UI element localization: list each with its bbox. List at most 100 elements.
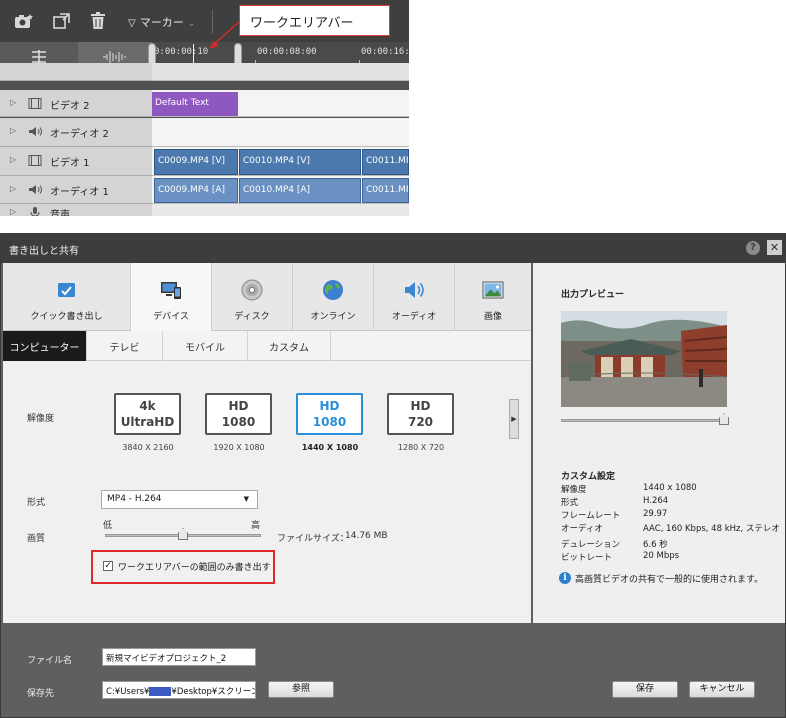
subtab-mobile[interactable]: モバイル [163, 331, 248, 361]
track-header[interactable]: ▷ ビデオ 1 [0, 147, 152, 176]
format-select[interactable]: MP4 - H.264 ▼ [101, 490, 258, 509]
clip-c0010-audio[interactable]: C0010.MP4 [A] [239, 178, 361, 203]
save-path-prefix: C:¥Users¥ [106, 687, 150, 697]
clip-c0011-video[interactable]: C0011.MP4 [362, 149, 409, 175]
track-name: 音声 [50, 210, 70, 216]
image-icon [482, 281, 504, 299]
resolution-label: 解像度 [27, 414, 55, 424]
resolution-caption: 1440 X 1080 [301, 443, 359, 452]
globe-icon [323, 280, 343, 300]
quality-slider-thumb[interactable] [178, 528, 188, 540]
track-lane [152, 63, 409, 81]
preset-description: 高画質ビデオの共有で一般的に使用されます。 [575, 575, 764, 585]
clip-c0009-audio[interactable]: C0009.MP4 [A] [154, 178, 238, 203]
trash-icon[interactable] [88, 12, 108, 30]
preview-scrub-track[interactable] [561, 419, 725, 422]
export-share-dialog: 書き出しと共有 ? ✕ クイック書き出し デバイス ディスク オンライン オーデ… [0, 233, 786, 718]
marker-dropdown[interactable]: ▽ マーカー ⌄ [128, 14, 195, 30]
track-video-2: ▷ ビデオ 2 Default Text [0, 90, 409, 117]
track-lane[interactable] [152, 118, 409, 147]
disc-icon [241, 279, 263, 301]
clip-c0009-video[interactable]: C0009.MP4 [V] [154, 149, 238, 175]
track-lane[interactable]: C0009.MP4 [V] C0010.MP4 [V] C0011.MP4 [152, 147, 409, 176]
track-name: オーディオ 1 [50, 187, 109, 198]
format-value: MP4 - H.264 [107, 494, 162, 504]
resolution-line1: HD [410, 399, 431, 413]
filename-input[interactable]: 新規マイビデオプロジェクト_2 [102, 648, 256, 666]
close-button[interactable]: ✕ [767, 240, 782, 255]
cancel-button[interactable]: キャンセル [689, 681, 755, 698]
export-frame-icon[interactable] [52, 12, 72, 30]
resolution-option-1440[interactable]: HD 1080 [296, 393, 363, 435]
resolution-line2: 1080 [221, 415, 256, 429]
tab-online[interactable]: オンライン [293, 263, 374, 331]
snapshot-camera-icon[interactable] [14, 12, 34, 30]
setting-key: 形式 [561, 498, 579, 508]
resolution-option-720[interactable]: HD 720 [387, 393, 454, 435]
expand-triangle-icon[interactable]: ▷ [10, 184, 16, 193]
resolution-next-button[interactable]: ▶ [509, 399, 519, 439]
clip-label: C0010.MP4 [V] [243, 156, 311, 166]
clip-label: C0011.MP4 [366, 156, 408, 166]
track-name: ビデオ 1 [50, 158, 90, 169]
subtab-label: モバイル [185, 343, 225, 354]
track-row-partial [0, 63, 409, 90]
redacted-username [149, 687, 172, 696]
quick-export-icon [57, 283, 75, 297]
help-button[interactable]: ? [746, 241, 760, 255]
track-lane[interactable] [152, 204, 409, 216]
subtab-tv[interactable]: テレビ [87, 331, 163, 361]
tab-label: 画像 [483, 312, 502, 322]
device-icon [161, 282, 181, 299]
output-preview-panel: 出力プレビュー カスタム設定 解像度 1440 x 1080 形式 H.264 フレ… [533, 263, 785, 623]
resolution-line1: HD [319, 399, 340, 413]
track-header[interactable]: ▷ オーディオ 2 [0, 118, 152, 147]
checkmark-icon: ✓ [104, 561, 112, 571]
subtab-custom[interactable]: カスタム [248, 331, 331, 361]
quality-label: 画質 [27, 534, 46, 544]
tab-quick-export[interactable]: クイック書き出し [3, 263, 131, 331]
tab-audio[interactable]: オーディオ [374, 263, 455, 331]
tab-disc[interactable]: ディスク [212, 263, 293, 331]
track-lane[interactable]: Default Text [152, 90, 409, 117]
track-audio-1: ▷ オーディオ 1 C0009.MP4 [A] C0010.MP4 [A] C0… [0, 176, 409, 204]
chevron-down-icon: ⌄ [187, 19, 196, 29]
clip-label: Default Text [155, 98, 209, 108]
resolution-option-4k[interactable]: 4k UltraHD [114, 393, 181, 435]
expand-triangle-icon[interactable]: ▷ [10, 207, 16, 216]
save-path-suffix: ¥Desktop¥スクリーンショ [171, 687, 255, 697]
browse-button[interactable]: 参照 [268, 681, 334, 698]
marker-label: マーカー [139, 16, 184, 29]
clip-c0010-video[interactable]: C0010.MP4 [V] [239, 149, 361, 175]
work-area-only-label[interactable]: ワークエリアバーの範囲のみ書き出す [118, 560, 271, 573]
track-header[interactable]: ▷ 音声 [0, 204, 152, 216]
expand-triangle-icon[interactable]: ▷ [10, 98, 16, 107]
dialog-titlebar[interactable]: 書き出しと共有 ? ✕ [1, 234, 785, 263]
marker-triangle-icon: ▽ [128, 18, 136, 29]
preview-scrub-thumb[interactable] [719, 413, 729, 425]
save-location-input[interactable]: C:¥Users¥ ¥Desktop¥スクリーンショ [102, 681, 256, 699]
expand-triangle-icon[interactable]: ▷ [10, 155, 16, 164]
quality-high-label: 高 [251, 521, 261, 531]
custom-settings-title: カスタム設定 [561, 472, 616, 482]
track-header[interactable]: ▷ オーディオ 1 [0, 176, 152, 204]
save-button[interactable]: 保存 [612, 681, 678, 698]
setting-value: 6.6 秒 [643, 540, 668, 550]
clip-c0011-audio[interactable]: C0011.MP4 [362, 178, 409, 203]
tab-image[interactable]: 画像 [455, 263, 531, 331]
resolution-option-1920[interactable]: HD 1080 [205, 393, 272, 435]
clip-default-text[interactable]: Default Text [152, 92, 238, 116]
quality-low-label: 低 [103, 521, 113, 531]
device-subtabs: コンピューター テレビ モバイル カスタム [3, 331, 531, 361]
info-icon: i [559, 572, 571, 584]
preview-title: 出力プレビュー [561, 290, 625, 300]
work-area-only-checkbox[interactable]: ✓ [103, 561, 113, 571]
expand-triangle-icon[interactable]: ▷ [10, 126, 16, 135]
resolution-caption: 1920 X 1080 [213, 443, 265, 452]
dialog-title: 書き出しと共有 [9, 246, 79, 257]
track-header[interactable]: ▷ ビデオ 2 [0, 90, 152, 117]
track-lane[interactable]: C0009.MP4 [A] C0010.MP4 [A] C0011.MP4 [152, 176, 409, 204]
tab-label: デバイス [153, 312, 189, 322]
subtab-computer[interactable]: コンピューター [3, 331, 87, 361]
tab-device[interactable]: デバイス [131, 263, 212, 331]
